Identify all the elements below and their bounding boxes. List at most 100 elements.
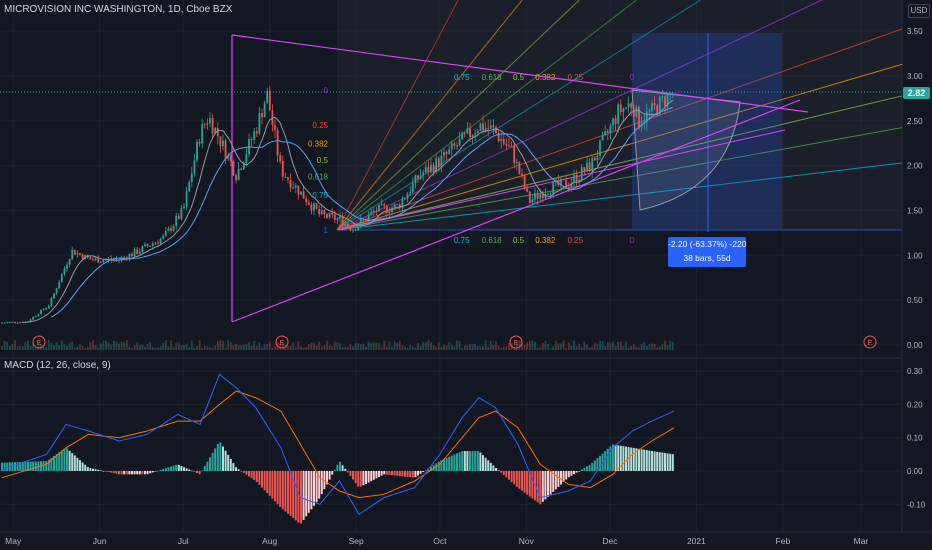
- macd-histogram-bar: [333, 469, 336, 471]
- volume-bar: [102, 340, 105, 350]
- currency-badge[interactable]: USD: [908, 4, 930, 18]
- macd-histogram-bar: [357, 471, 360, 487]
- candle-body: [539, 194, 542, 199]
- volume-bar: [196, 346, 198, 350]
- candle-body: [297, 185, 300, 195]
- volume-bar: [55, 342, 58, 350]
- candle-body: [549, 193, 552, 195]
- macd-histogram-bar: [474, 451, 477, 471]
- volume-bar: [471, 344, 474, 350]
- candle-body: [411, 183, 414, 193]
- macd-histogram-bar: [406, 471, 409, 477]
- candle-body: [141, 246, 144, 252]
- volume-bar: [211, 347, 214, 350]
- volume-bar: [16, 346, 19, 350]
- macd-histogram-bar: [89, 468, 92, 471]
- measure-tooltip: -2.20 (-63.37%) -220 38 bars, 55d: [668, 237, 746, 267]
- x-tick-label: Dec: [602, 536, 618, 546]
- candle-body: [180, 208, 183, 219]
- volume-bar: [1, 346, 3, 350]
- volume-bar: [250, 345, 253, 350]
- macd-histogram-bar: [136, 471, 139, 475]
- volume-bar: [656, 347, 659, 350]
- macd-histogram-bar: [346, 471, 349, 473]
- macd-histogram-bar: [253, 471, 256, 480]
- candle-body: [318, 208, 321, 215]
- volume-bar: [383, 340, 386, 350]
- fib-ratio-label: 0.25: [567, 236, 583, 245]
- macd-histogram-bar: [487, 460, 490, 471]
- candle-body: [606, 131, 609, 133]
- macd-histogram-bar: [63, 448, 66, 471]
- macd-histogram-bar: [518, 471, 521, 489]
- macd-histogram-bar: [294, 471, 297, 521]
- macd-histogram-bar: [583, 467, 586, 471]
- volume-bar: [432, 345, 435, 350]
- candle-body: [333, 214, 336, 220]
- candle-body: [528, 191, 531, 203]
- candle-body: [289, 179, 292, 188]
- macd-histogram-bar: [185, 468, 188, 471]
- macd-histogram-bar: [216, 443, 219, 471]
- candle-body: [232, 161, 235, 176]
- macd-histogram-bar: [495, 468, 497, 471]
- macd-histogram-bar: [385, 471, 388, 475]
- volume-bar: [193, 347, 196, 350]
- volume-bar: [271, 347, 274, 350]
- macd-histogram-bar: [445, 457, 448, 471]
- volume-bar: [466, 345, 469, 350]
- volume-bar: [141, 344, 144, 350]
- volume-bar: [6, 341, 9, 350]
- candle-body: [622, 108, 625, 112]
- candle-body: [162, 235, 165, 239]
- macd-histogram-bar: [110, 471, 113, 473]
- candle-body: [11, 321, 14, 323]
- candle-body: [653, 103, 656, 106]
- candle-body: [76, 253, 79, 255]
- x-tick-label: Sep: [349, 536, 364, 546]
- volume-bar: [508, 342, 510, 350]
- candle-body: [263, 103, 266, 118]
- candle-body: [383, 204, 386, 206]
- macd-histogram-bar: [466, 451, 469, 471]
- volume-bar: [73, 347, 76, 350]
- volume-bar: [131, 347, 133, 350]
- volume-bar: [97, 347, 100, 350]
- volume-bar: [274, 346, 276, 350]
- candle-body: [300, 191, 302, 195]
- volume-bar: [586, 344, 588, 350]
- volume-bar: [357, 343, 360, 350]
- candle-body: [40, 309, 42, 315]
- macd-histogram-bar: [263, 471, 266, 491]
- macd-histogram-bar: [211, 452, 214, 471]
- macd-histogram-bar: [133, 471, 136, 475]
- last-price-tag: 2.82: [903, 87, 930, 99]
- y-tick-label: 1.00: [907, 251, 923, 260]
- macd-histogram-bar: [367, 471, 370, 483]
- candle-body: [580, 167, 583, 180]
- macd-histogram-bar: [21, 461, 24, 471]
- candle-body: [266, 90, 269, 104]
- volume-bar: [157, 347, 159, 350]
- price-chart[interactable]: May Jun Jul Aug Sep Oct Nov Dec 2021 Feb Mar 3.50 3.…: [0, 0, 932, 550]
- candle-body: [45, 307, 48, 310]
- candle-body: [526, 188, 529, 192]
- macd-histogram-bar: [302, 471, 305, 520]
- volume-bar: [333, 341, 336, 350]
- macd-histogram-bar: [281, 471, 284, 510]
- macd-histogram-bar: [497, 470, 500, 471]
- candle-body: [500, 139, 503, 141]
- volume-bar: [167, 346, 170, 350]
- volume-bar: [497, 345, 500, 350]
- candle-body: [193, 160, 196, 174]
- macd-histogram-bar: [352, 471, 354, 480]
- candle-body: [102, 260, 105, 262]
- volume-bar: [8, 346, 11, 350]
- macd-histogram-bar: [471, 451, 474, 471]
- volume-bar: [417, 342, 419, 350]
- volume-bar: [372, 342, 375, 350]
- volume-bar: [242, 344, 245, 350]
- macd-histogram-bar: [450, 455, 453, 471]
- volume-bar: [47, 340, 50, 350]
- macd-histogram-bar: [274, 471, 276, 502]
